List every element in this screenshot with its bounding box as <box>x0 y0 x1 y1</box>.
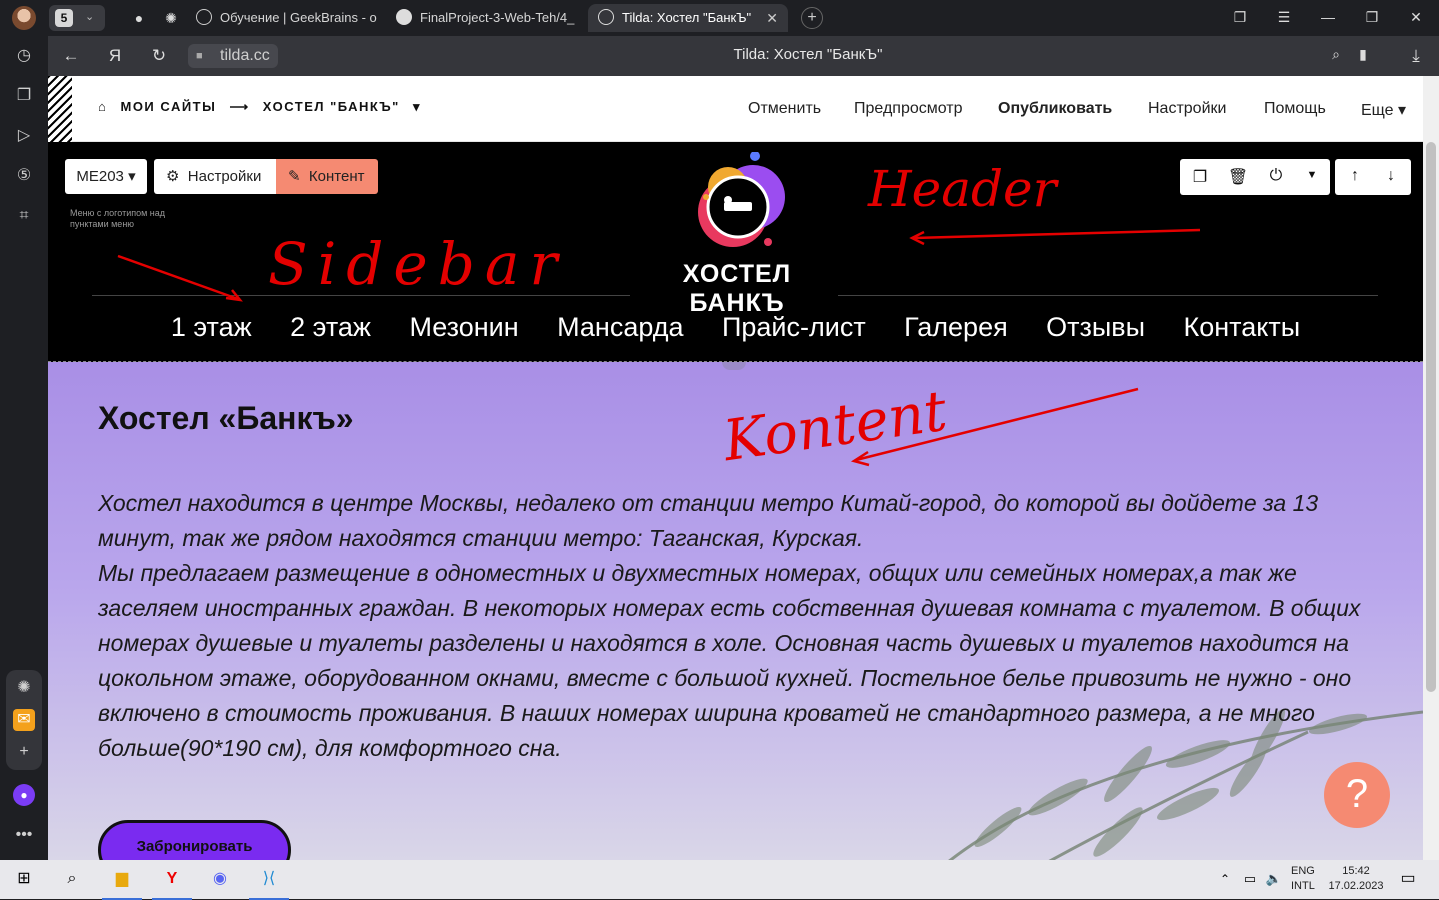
breadcrumb-my-sites[interactable]: МОИ САЙТЫ <box>120 99 216 114</box>
tab-title: FinalProject-3-Web-Teh/4_ <box>420 10 575 25</box>
notifications-icon[interactable]: ▭ <box>1396 867 1420 891</box>
annotation-content-arrow <box>850 387 1139 467</box>
tab-github-project[interactable]: FinalProject-3-Web-Teh/4_ <box>396 4 578 32</box>
yandex-icon[interactable]: Я <box>105 46 125 66</box>
url-field[interactable]: ■ tilda.cc <box>188 44 278 68</box>
github-icon <box>396 9 412 25</box>
openai-icon <box>196 9 212 25</box>
home-icon[interactable]: ⌂ <box>98 99 107 114</box>
search-icon[interactable]: ⌕ <box>1326 46 1346 63</box>
github-icon[interactable]: ● <box>130 9 148 27</box>
page-scrollbar[interactable] <box>1423 76 1439 860</box>
reload-icon[interactable]: ↻ <box>149 46 169 66</box>
content-text: Хостел находится в центре Москвы, недале… <box>98 486 1368 766</box>
back-icon[interactable]: ← <box>61 46 81 66</box>
content-block: Хостел «Банкъ» Хостел находится в центре… <box>48 362 1423 860</box>
address-bar: ← Я ↻ ■ tilda.cc Tilda: Хостел "БанкЪ" ⌕… <box>48 36 1439 76</box>
tab-count-icon[interactable]: ⑤ <box>13 165 35 187</box>
collections-icon[interactable]: ❐ <box>1230 9 1250 26</box>
openai-icon[interactable]: ✺ <box>13 677 35 699</box>
browser-tab-bar: 5 ⌄ ● ✺ Обучение | GeekBrains - o FinalP… <box>0 0 1439 36</box>
bookmark-icon[interactable]: ▮ <box>1353 46 1373 63</box>
menu-cancel[interactable]: Отменить <box>748 100 821 118</box>
tab-title: Обучение | GeekBrains - o <box>220 10 377 25</box>
menu-help[interactable]: Помощь <box>1264 100 1326 118</box>
new-tab-button[interactable]: + <box>801 7 823 29</box>
file-explorer-icon[interactable]: ▆ <box>102 867 142 900</box>
header-block: ME203 ▾ ⚙ Настройки ✎ Контент Меню с лог… <box>48 142 1423 362</box>
language-indicator[interactable]: ENG INTL <box>1291 864 1315 894</box>
clock[interactable]: 15:42 17.02.2023 <box>1328 864 1384 894</box>
video-icon[interactable]: ▷ <box>13 125 35 147</box>
tab-tilda-active[interactable]: Tilda: Хостел "БанкЪ" ✕ <box>588 4 788 32</box>
menu-publish[interactable]: Опубликовать <box>998 100 1112 118</box>
windows-taskbar: ⊞ ⌕ ▆ Y ◉ ⟩⟨ ⌃ ▭ 🔈 ENG INTL 15:42 17.02.… <box>0 860 1439 900</box>
lock-icon: ■ <box>196 50 203 62</box>
content-paragraph-1: Хостел находится в центре Москвы, недале… <box>98 490 1319 551</box>
network-icon[interactable]: ▭ <box>1238 867 1262 891</box>
alice-icon[interactable]: ● <box>13 784 35 806</box>
page-title: Tilda: Хостел "БанкЪ" <box>733 46 883 63</box>
content-paragraph-2: Мы предлагаем размещение в одноместных и… <box>98 560 1361 761</box>
tab-count: 5 <box>55 9 73 27</box>
breadcrumb-site[interactable]: ХОСТЕЛ "БАНКЪ" <box>263 99 400 114</box>
menu-more-label: Еще <box>1361 102 1394 119</box>
search-icon[interactable]: ⌕ <box>60 867 84 891</box>
menu-preview[interactable]: Предпросмотр <box>854 100 963 118</box>
caret-down-icon[interactable]: ▾ <box>413 99 421 114</box>
breadcrumb: ⌂ МОИ САЙТЫ ⟶ ХОСТЕЛ "БАНКЪ" ▾ <box>98 99 429 115</box>
sidebar-apps-group: ✺ ✉ + <box>6 670 42 770</box>
volume-icon[interactable]: 🔈 <box>1262 867 1286 891</box>
tilda-icon <box>598 9 614 25</box>
browser-sidebar: ◷ ❐ ▷ ⑤ ⌗ ✺ ✉ + ● ••• <box>0 36 48 860</box>
tab-count-button[interactable]: 5 ⌄ <box>49 5 105 31</box>
url-text: tilda.cc <box>220 47 270 64</box>
tab-title: Tilda: Хостел "БанкЪ" <box>622 10 752 25</box>
mail-icon[interactable]: ✉ <box>13 709 35 731</box>
book-button[interactable]: Забронировать <box>98 820 291 860</box>
menu-icon[interactable]: ☰ <box>1274 9 1294 26</box>
chevron-down-icon: ⌄ <box>85 11 95 23</box>
menu-settings[interactable]: Настройки <box>1148 100 1226 118</box>
breadcrumb-arrow: ⟶ <box>229 99 250 114</box>
close-tab-icon[interactable]: ✕ <box>766 4 778 32</box>
tab-geekbrains[interactable]: Обучение | GeekBrains - o <box>196 4 386 32</box>
menu-more[interactable]: Еще ▾ <box>1361 100 1406 120</box>
discord-icon[interactable]: ◉ <box>208 867 232 891</box>
language-primary: ENG <box>1291 865 1315 877</box>
download-icon[interactable]: ⤓ <box>1406 46 1426 66</box>
openai-icon[interactable]: ✺ <box>162 9 180 27</box>
clock-time: 15:42 <box>1342 865 1370 877</box>
profile-avatar[interactable] <box>12 6 36 30</box>
more-icon[interactable]: ••• <box>13 824 35 846</box>
restore-icon[interactable]: ❐ <box>1362 9 1382 26</box>
annotation-arrows <box>117 228 1201 302</box>
history-icon[interactable]: ◷ <box>13 45 35 67</box>
collections-icon[interactable]: ❐ <box>13 85 35 107</box>
clock-date: 17.02.2023 <box>1328 880 1384 892</box>
language-secondary: INTL <box>1291 880 1315 892</box>
windows-start-icon[interactable]: ⊞ <box>12 867 36 891</box>
help-button[interactable]: ? <box>1324 762 1390 828</box>
tilda-topbar: ⌂ МОИ САЙТЫ ⟶ ХОСТЕЛ "БАНКЪ" ▾ Отменить … <box>48 76 1423 142</box>
close-window-icon[interactable]: ✕ <box>1406 9 1426 26</box>
scrollbar-thumb[interactable] <box>1426 142 1436 692</box>
minimize-icon[interactable]: — <box>1318 9 1338 25</box>
yandex-browser-icon[interactable]: Y <box>152 867 192 900</box>
chevron-up-icon[interactable]: ⌃ <box>1213 867 1237 891</box>
add-icon[interactable]: + <box>13 741 35 763</box>
vscode-icon[interactable]: ⟩⟨ <box>249 867 289 900</box>
screenshot-icon[interactable]: ⌗ <box>13 205 35 227</box>
tilda-logo-pattern <box>48 76 72 142</box>
